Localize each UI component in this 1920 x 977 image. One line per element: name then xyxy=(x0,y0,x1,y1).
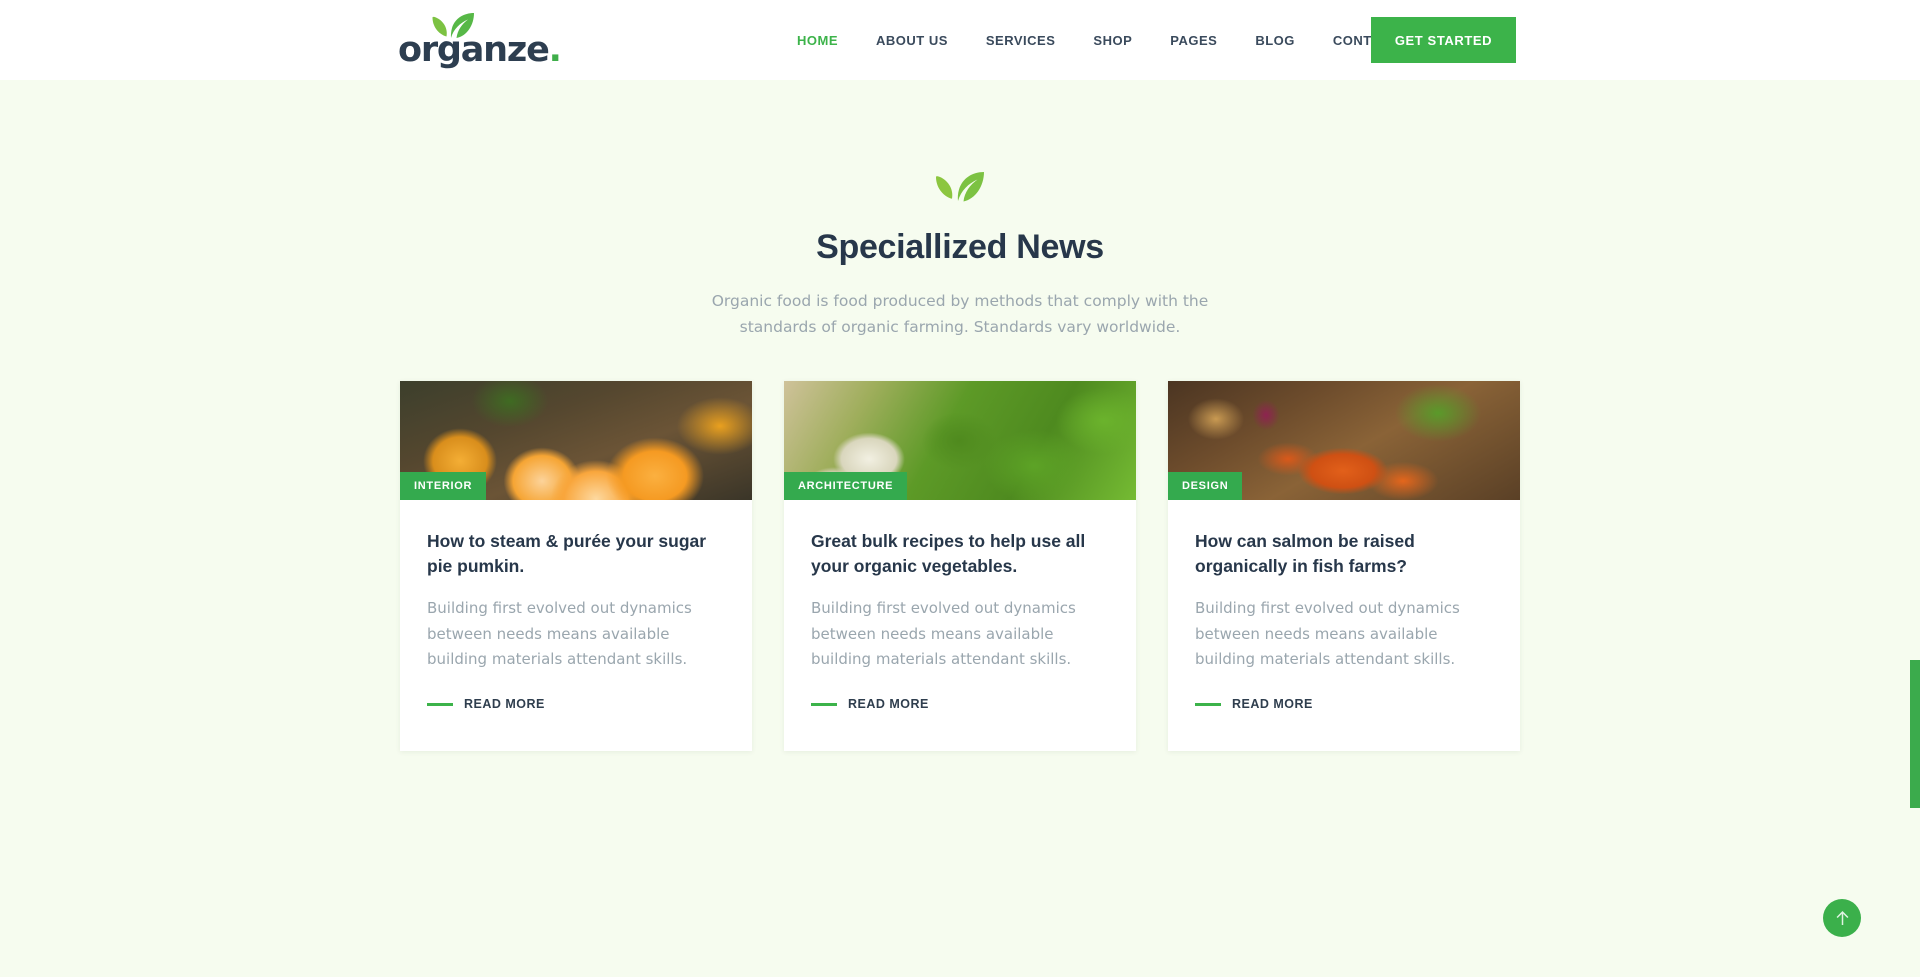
get-started-button[interactable]: GET STARTED xyxy=(1371,17,1516,63)
card-body: How can salmon be raised organically in … xyxy=(1168,500,1520,751)
dash-icon xyxy=(811,702,837,706)
news-card[interactable]: ARCHITECTURE Great bulk recipes to help … xyxy=(784,381,1136,752)
page-title: Speciallized News xyxy=(816,228,1104,266)
nav-item-about-us[interactable]: ABOUT US xyxy=(857,33,967,48)
card-media: DESIGN xyxy=(1168,381,1520,501)
news-card-list: INTERIOR How to steam & purée your sugar… xyxy=(0,381,1920,752)
read-more-link[interactable]: READ MORE xyxy=(811,697,1109,711)
logo-mark: organze. xyxy=(398,13,562,68)
read-more-label: READ MORE xyxy=(1232,697,1313,712)
news-card[interactable]: DESIGN How can salmon be raised organica… xyxy=(1168,381,1520,752)
card-media: ARCHITECTURE xyxy=(784,381,1136,501)
card-title[interactable]: How can salmon be raised organically in … xyxy=(1195,529,1493,579)
card-body: Great bulk recipes to help use all your … xyxy=(784,500,1136,751)
scroll-to-top-button[interactable] xyxy=(1823,899,1861,937)
section-subtitle: Organic food is food produced by methods… xyxy=(711,292,1209,336)
nav-item-blog[interactable]: BLOG xyxy=(1236,33,1314,48)
logo-text: organze. xyxy=(398,30,562,70)
site-header: organze. HOME ABOUT US SERVICES SHOP PAG… xyxy=(0,0,1920,80)
card-category-badge[interactable]: ARCHITECTURE xyxy=(784,472,908,501)
arrow-up-icon xyxy=(1835,910,1850,927)
card-excerpt: Building first evolved out dynamics betw… xyxy=(427,598,692,669)
scrollbar-thumb[interactable] xyxy=(1910,660,1920,808)
card-excerpt: Building first evolved out dynamics betw… xyxy=(1195,598,1460,669)
news-card[interactable]: INTERIOR How to steam & purée your sugar… xyxy=(400,381,752,752)
read-more-label: READ MORE xyxy=(848,697,929,712)
nav-item-shop[interactable]: SHOP xyxy=(1074,33,1151,48)
section-header: Speciallized News Organic food is food p… xyxy=(0,170,1920,340)
card-category-badge[interactable]: DESIGN xyxy=(1168,472,1243,501)
logo-dot: . xyxy=(548,30,562,70)
nav-item-services[interactable]: SERVICES xyxy=(967,33,1075,48)
main-navigation: HOME ABOUT US SERVICES SHOP PAGES BLOG C… xyxy=(778,0,1418,80)
page-scrollbar[interactable] xyxy=(1910,0,1920,977)
read-more-label: READ MORE xyxy=(464,697,545,712)
card-body: How to steam & purée your sugar pie pumk… xyxy=(400,500,752,751)
specialized-news-section: Speciallized News Organic food is food p… xyxy=(0,80,1920,977)
dash-icon xyxy=(427,702,453,706)
card-title[interactable]: How to steam & purée your sugar pie pumk… xyxy=(427,529,725,579)
nav-item-home[interactable]: HOME xyxy=(778,33,857,48)
dash-icon xyxy=(1195,702,1221,706)
nav-item-pages[interactable]: PAGES xyxy=(1151,33,1236,48)
read-more-link[interactable]: READ MORE xyxy=(1195,697,1493,711)
read-more-link[interactable]: READ MORE xyxy=(427,697,725,711)
card-media: INTERIOR xyxy=(400,381,752,501)
card-category-badge[interactable]: INTERIOR xyxy=(400,472,487,501)
site-logo[interactable]: organze. xyxy=(398,13,562,68)
card-excerpt: Building first evolved out dynamics betw… xyxy=(811,598,1076,669)
leaf-icon xyxy=(0,170,1920,206)
card-title[interactable]: Great bulk recipes to help use all your … xyxy=(811,529,1109,579)
